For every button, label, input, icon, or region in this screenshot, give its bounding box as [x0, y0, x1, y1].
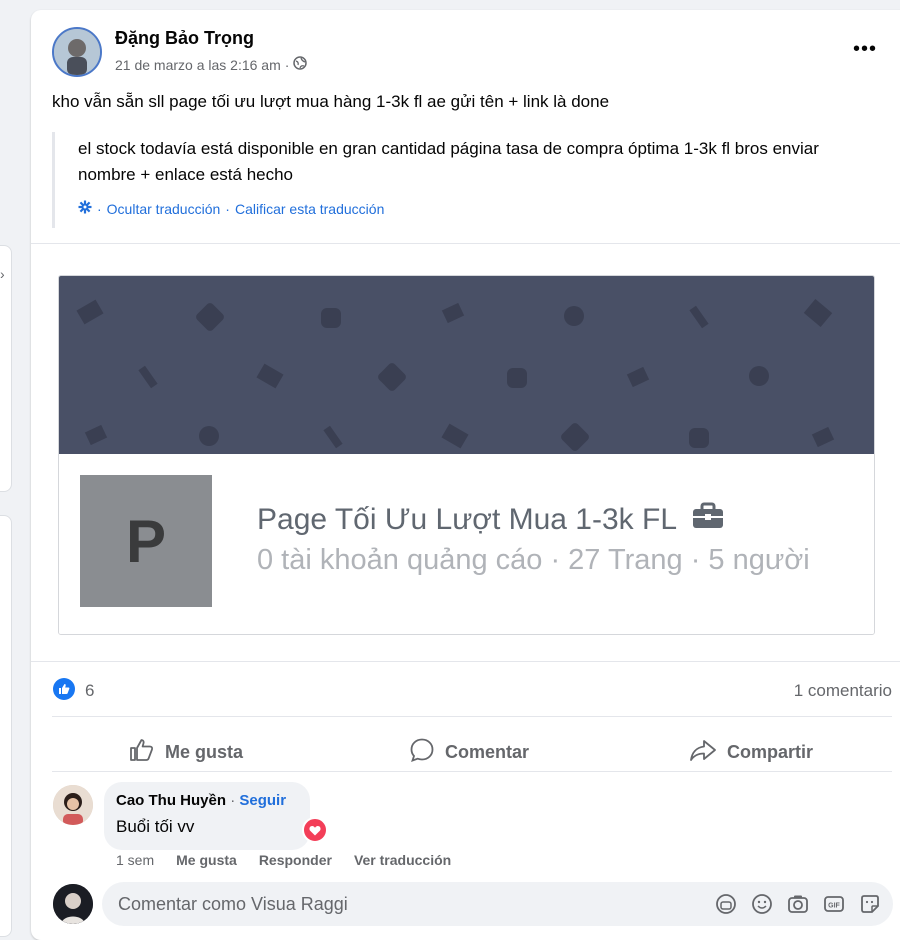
current-user-avatar[interactable] — [53, 884, 93, 924]
like-label: Me gusta — [165, 741, 244, 762]
follow-link[interactable]: Seguir — [239, 792, 286, 809]
post-text: kho vẫn sẵn sll page tối ưu lượt mua hàn… — [52, 92, 610, 111]
page-info: P Page Tối Ưu Lượt Mua 1-3k FL 0 tài kho… — [59, 454, 874, 634]
comment-actions: 1 sem Me gusta Responder Ver traducción — [116, 852, 451, 868]
share-button[interactable]: Compartir — [689, 732, 813, 772]
page-preview-card[interactable]: P Page Tối Ưu Lượt Mua 1-3k FL 0 tài kho… — [58, 275, 875, 635]
hide-translation-link[interactable]: Ocultar traducción — [107, 201, 221, 217]
comment-bubble: Cao Thu Huyền · Seguir Buổi tối vv — [104, 782, 310, 850]
briefcase-icon — [691, 502, 725, 538]
page-thumbnail: P — [80, 475, 212, 607]
divider — [31, 243, 900, 244]
adjacent-card — [0, 245, 12, 492]
gif-icon[interactable]: GIF — [823, 893, 845, 915]
comment-button[interactable]: Comentar — [409, 732, 529, 772]
commenter-name[interactable]: Cao Thu Huyền — [116, 792, 226, 809]
translation-block: el stock todavía está disponible en gran… — [52, 132, 875, 228]
chevron-right-icon[interactable]: › — [0, 266, 5, 282]
gear-icon — [78, 200, 92, 217]
like-count[interactable]: 6 — [85, 681, 94, 701]
emoji-icon[interactable] — [751, 893, 773, 915]
translation-sep: · — [97, 200, 102, 217]
divider — [52, 716, 892, 717]
translation-links: · Ocultar traducción · Calificar esta tr… — [78, 200, 384, 217]
page-name-row: Page Tối Ưu Lượt Mua 1-3k FL — [257, 502, 725, 538]
post-timestamp[interactable]: 21 de marzo a las 2:16 am — [115, 57, 281, 73]
page-stats: 0 tài khoản quảng cáo · 27 Trang · 5 ngư… — [257, 544, 810, 576]
comment-header: Cao Thu Huyền · Seguir — [116, 792, 286, 809]
divider — [52, 771, 892, 772]
author-name[interactable]: Đặng Bảo Trọng — [115, 28, 254, 49]
author-avatar[interactable] — [52, 27, 102, 77]
svg-text:GIF: GIF — [828, 903, 840, 910]
comment-text: Buổi tối vv — [116, 817, 195, 836]
comment-like-link[interactable]: Me gusta — [176, 852, 237, 868]
meta-separator: · — [284, 56, 290, 73]
comment-composer: GIF — [102, 882, 893, 926]
globe-icon[interactable] — [293, 56, 308, 73]
more-options-button[interactable]: ••• — [853, 38, 877, 61]
commenter-avatar[interactable] — [53, 785, 93, 825]
share-arrow-icon — [689, 738, 717, 767]
heart-reaction-icon[interactable] — [302, 817, 328, 843]
see-translation-link[interactable]: Ver traducción — [354, 852, 451, 868]
divider — [31, 661, 900, 662]
translation-sep: · — [225, 200, 230, 217]
comment-label: Comentar — [445, 741, 530, 762]
comment-bubble-icon — [409, 737, 435, 768]
post-meta: 21 de marzo a las 2:16 am · — [115, 56, 308, 73]
comment-input[interactable] — [116, 893, 520, 916]
post-card: Đặng Bảo Trọng 21 de marzo a las 2:16 am… — [31, 10, 900, 940]
page-name: Page Tối Ưu Lượt Mua 1-3k FL — [257, 503, 678, 536]
like-reaction-icon[interactable] — [53, 678, 75, 700]
adjacent-card-lower — [0, 515, 12, 937]
thumbs-up-icon — [129, 738, 155, 767]
like-button[interactable]: Me gusta — [129, 732, 243, 772]
camera-icon[interactable] — [787, 893, 809, 915]
page-cover — [59, 276, 874, 454]
avatar-sticker-icon[interactable] — [715, 893, 737, 915]
comment-count[interactable]: 1 comentario — [794, 681, 892, 701]
translation-text: el stock todavía está disponible en gran… — [78, 139, 819, 184]
comment-time[interactable]: 1 sem — [116, 852, 154, 868]
sticker-icon[interactable] — [859, 893, 881, 915]
comment-reply-link[interactable]: Responder — [259, 852, 332, 868]
share-label: Compartir — [727, 741, 814, 762]
rate-translation-link[interactable]: Calificar esta traducción — [235, 201, 384, 217]
composer-icons: GIF — [715, 893, 881, 915]
comment-sep: · — [230, 792, 236, 809]
